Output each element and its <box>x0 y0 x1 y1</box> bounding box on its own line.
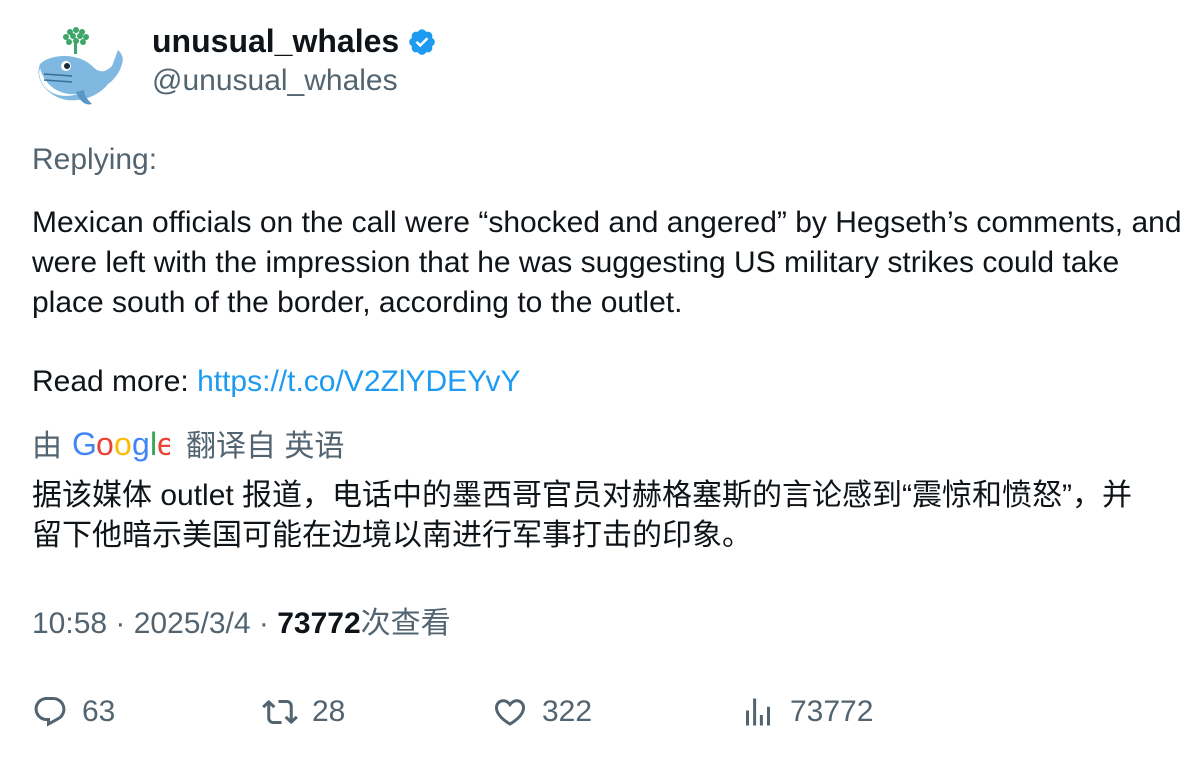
tweet-meta: 10:58 · 2025/3/4 · 73772次查看 <box>32 607 451 640</box>
tweet-date[interactable]: 2025/3/4 <box>134 607 251 640</box>
avatar[interactable] <box>32 24 128 114</box>
replying-label: Replying: <box>32 143 158 176</box>
view-count: 73772 <box>277 607 361 640</box>
author-handle[interactable]: @unusual_whales <box>152 62 398 100</box>
view-count-label: 次查看 <box>360 607 451 640</box>
views-count: 73772 <box>790 695 874 728</box>
svg-text:o: o <box>114 428 132 462</box>
tweet-time[interactable]: 10:58 <box>32 607 107 640</box>
like-button[interactable]: 322 <box>492 693 592 731</box>
reply-button[interactable]: 63 <box>32 693 115 731</box>
tweet-link[interactable]: https://t.co/V2ZlYDEYvY <box>197 365 520 398</box>
svg-text:G: G <box>72 428 97 462</box>
whale-logo-icon <box>38 27 123 105</box>
retweet-count: 28 <box>312 695 346 728</box>
reply-count: 63 <box>82 695 116 728</box>
analytics-icon <box>746 698 770 726</box>
svg-text:g: g <box>132 428 150 462</box>
read-more-line: Read more: https://t.co/V2ZlYDEYvY <box>32 362 521 402</box>
retweet-icon <box>262 699 298 725</box>
google-logo-icon: G o o g l e <box>72 428 170 462</box>
tweet-text: Mexican officials on the call were “shoc… <box>32 203 1182 323</box>
verified-badge-icon <box>409 29 435 55</box>
reply-icon <box>34 697 66 727</box>
like-count: 322 <box>542 695 593 728</box>
heart-icon <box>494 699 526 726</box>
translated-by-suffix: 翻译自 英语 <box>186 430 345 463</box>
author-display-name[interactable]: unusual_whales <box>152 21 437 61</box>
retweet-button[interactable]: 28 <box>262 693 345 731</box>
svg-text:e: e <box>157 428 170 462</box>
svg-text:o: o <box>96 428 114 462</box>
tweet-body: Mexican officials on the call were “shoc… <box>32 206 1182 319</box>
translated-by-line: 由 G o o g l e 翻译自 英语 <box>32 428 344 466</box>
translated-text: 据该媒体 outlet 报道，电话中的墨西哥官员对赫格塞斯的言论感到“震惊和愤怒… <box>32 479 1133 552</box>
translated-by-prefix: 由 <box>32 430 62 463</box>
views-button[interactable]: 73772 <box>740 693 873 731</box>
read-more-label: Read more: <box>32 365 198 398</box>
